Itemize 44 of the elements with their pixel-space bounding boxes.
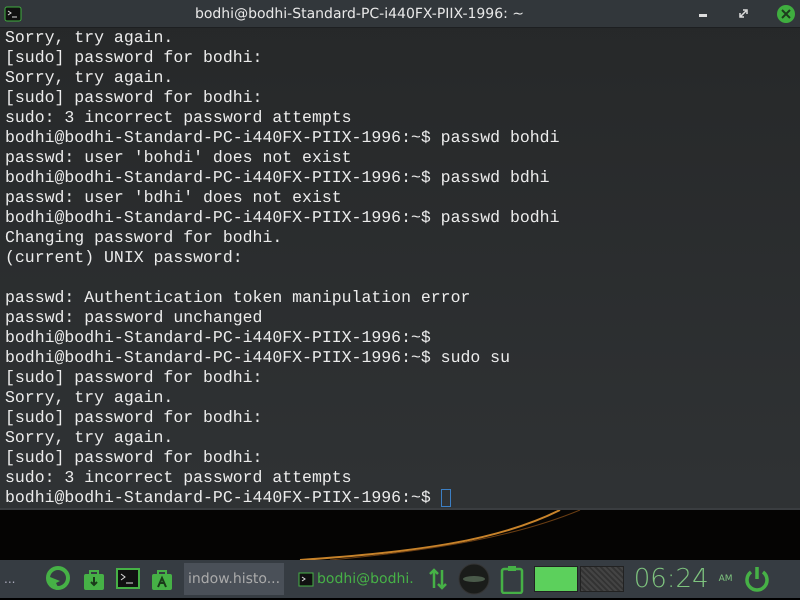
clipboard-icon[interactable] <box>500 564 524 594</box>
power-icon[interactable] <box>742 565 771 593</box>
terminal-line: Sorry, try again. <box>5 68 174 88</box>
app-bag-icon[interactable] <box>150 567 174 591</box>
clock-period: AM <box>718 574 733 584</box>
terminal-line: bodhi@bodhi-Standard-PC-i440FX-PIIX-1996:~$ passwd bodhi <box>5 208 560 228</box>
terminal-icon <box>298 572 314 586</box>
terminal-line: [sudo] password for bodhi: <box>5 408 264 428</box>
workspace-tile[interactable] <box>580 566 624 592</box>
download-bag-icon[interactable] <box>82 567 106 591</box>
terminal-line: bodhi@bodhi-Standard-PC-i440FX-PIIX-1996:~$ passwd bohdi <box>5 128 560 148</box>
shell-prompt: bodhi@bodhi-Standard-PC-i440FX-PIIX-1996:~$ <box>5 488 431 508</box>
terminal-line: passwd: user 'bohdi' does not exist <box>5 148 353 168</box>
terminal-line: [sudo] password for bodhi: <box>5 448 264 468</box>
terminal-line: bodhi@bodhi-Standard-PC-i440FX-PIIX-1996:~$ sudo su <box>5 348 511 368</box>
workspace-tile[interactable] <box>534 566 578 592</box>
terminal-line: Sorry, try again. <box>5 28 174 48</box>
text-cursor <box>440 489 451 507</box>
terminal-icon <box>4 6 22 22</box>
terminal-line: Sorry, try again. <box>5 388 174 408</box>
terminal-line: [sudo] password for bodhi: <box>5 88 264 108</box>
terminal-line: Changing password for bodhi. <box>5 228 284 248</box>
terminal-line: sudo: 3 incorrect password attempts <box>5 468 353 488</box>
speaker-icon[interactable] <box>458 563 490 595</box>
launcher-icon[interactable] <box>44 565 72 593</box>
window-title: bodhi@bodhi-Standard-PC-i440FX-PIIX-1996: ~ <box>194 6 526 22</box>
taskbar-window-button[interactable]: bodhi@bodhi. <box>294 563 418 595</box>
terminal-line: sudo: 3 incorrect password attempts <box>5 108 353 128</box>
terminal-line: (current) UNIX password: <box>5 248 244 268</box>
menu-dots[interactable]: ... <box>4 572 34 586</box>
terminal-line: [sudo] password for bodhi: <box>5 48 264 68</box>
maximize-icon[interactable] <box>737 7 750 20</box>
taskbar-window-button[interactable]: indow.histo... <box>184 563 284 595</box>
clock-time: 06:24 <box>634 564 709 594</box>
terminal-line: passwd: password unchanged <box>5 308 264 328</box>
close-icon[interactable] <box>776 4 796 24</box>
terminal-line: passwd: Authentication token manipulation error <box>5 288 472 308</box>
terminal-line: passwd: user 'bdhi' does not exist <box>5 188 343 208</box>
terminal-line: Sorry, try again. <box>5 428 174 448</box>
terminal-icon[interactable] <box>116 567 140 591</box>
terminal-line: [sudo] password for bodhi: <box>5 368 264 388</box>
terminal-line: bodhi@bodhi-Standard-PC-i440FX-PIIX-1996:~$ <box>5 328 432 348</box>
network-arrows-icon[interactable] <box>428 566 448 592</box>
terminal-line: bodhi@bodhi-Standard-PC-i440FX-PIIX-1996:~$ passwd bdhi <box>5 168 551 188</box>
